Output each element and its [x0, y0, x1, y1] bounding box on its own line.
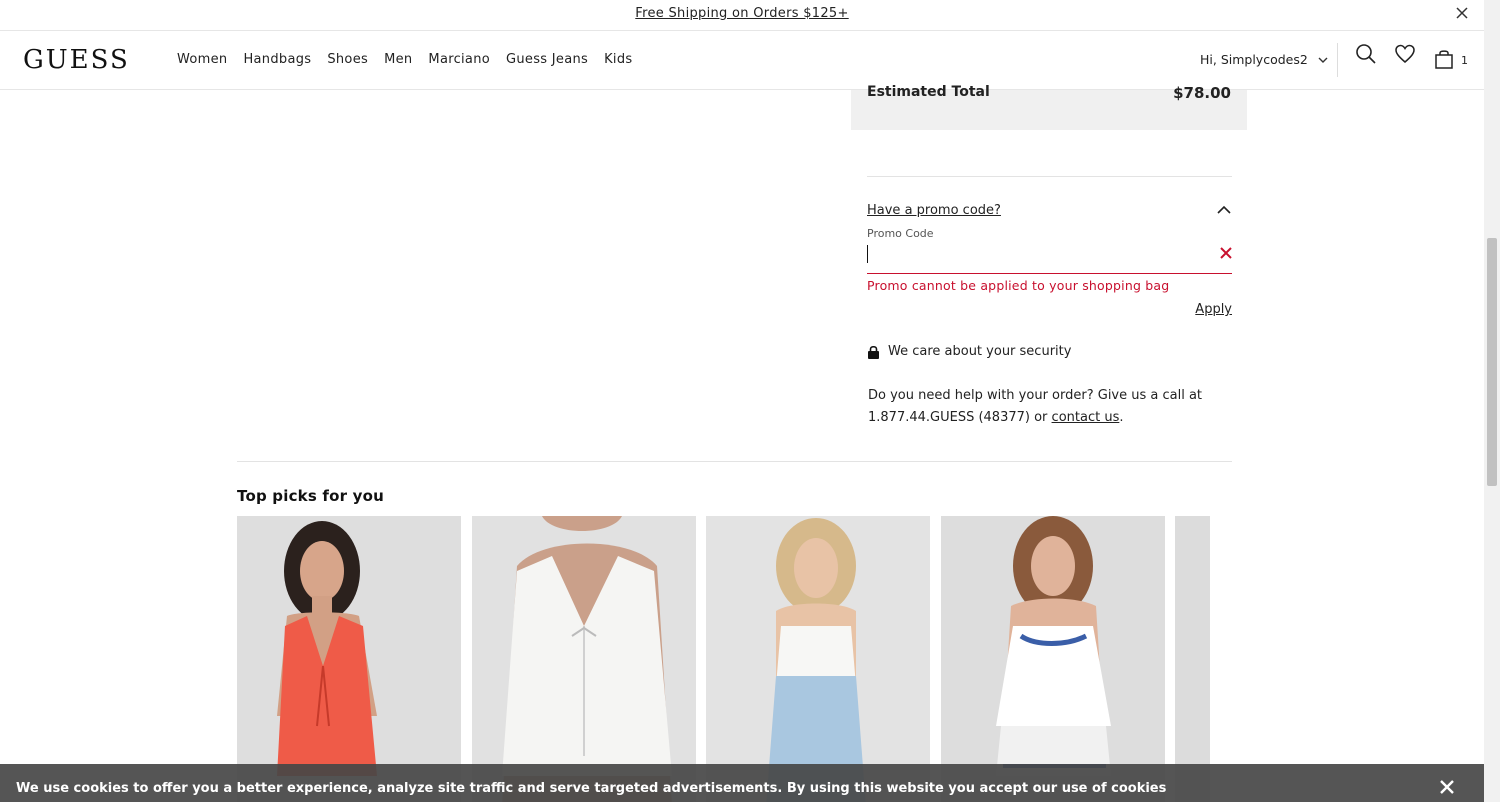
security-text: We care about your security [888, 344, 1072, 359]
clear-input-icon[interactable] [1218, 245, 1234, 261]
security-note: We care about your security [867, 344, 1071, 359]
nav-handbags[interactable]: Handbags [243, 52, 311, 67]
header-divider [1337, 43, 1338, 77]
account-greeting: Hi, Simplycodes2 [1200, 52, 1308, 67]
top-picks-title: Top picks for you [237, 487, 385, 505]
main-nav: Women Handbags Shoes Men Marciano Guess … [177, 52, 632, 67]
nav-shoes[interactable]: Shoes [327, 52, 368, 67]
account-menu[interactable]: Hi, Simplycodes2 [1200, 52, 1328, 67]
page-scrollbar[interactable] [1484, 0, 1500, 802]
promo-code-input[interactable] [867, 240, 1232, 274]
text-caret [867, 245, 868, 263]
chevron-up-icon[interactable] [1216, 203, 1232, 217]
announcement-bar: Free Shipping on Orders $125+ [0, 0, 1484, 31]
section-divider [237, 461, 1232, 462]
apply-promo-button[interactable]: Apply [1195, 302, 1232, 317]
nav-guess-jeans[interactable]: Guess Jeans [506, 52, 588, 67]
product-image [237, 516, 461, 802]
estimated-total-value: $78.00 [1173, 84, 1231, 102]
product-card[interactable] [941, 516, 1165, 802]
search-icon[interactable] [1355, 43, 1377, 65]
product-card-partial[interactable] [1175, 516, 1210, 802]
help-text: Do you need help with your order? Give u… [868, 385, 1238, 429]
guess-logo[interactable]: GUESS [23, 45, 130, 75]
free-shipping-link[interactable]: Free Shipping on Orders $125+ [0, 6, 1484, 21]
cookie-text: We use cookies to offer you a better exp… [16, 781, 1167, 796]
help-end: . [1119, 410, 1124, 425]
nav-marciano[interactable]: Marciano [428, 52, 490, 67]
product-card[interactable] [237, 516, 461, 802]
close-icon[interactable] [1439, 779, 1455, 795]
close-icon[interactable] [1454, 5, 1470, 21]
order-summary-total: Estimated Total $78.00 [851, 84, 1247, 130]
nav-men[interactable]: Men [384, 52, 412, 67]
help-body: Do you need help with your order? Give u… [868, 388, 1203, 425]
product-image [1175, 516, 1210, 802]
product-image [941, 516, 1165, 802]
cookie-banner: We use cookies to offer you a better exp… [0, 764, 1484, 802]
heart-icon[interactable] [1394, 43, 1416, 65]
nav-kids[interactable]: Kids [604, 52, 632, 67]
promo-code-label: Promo Code [867, 227, 934, 240]
nav-women[interactable]: Women [177, 52, 227, 67]
product-image [706, 516, 930, 802]
shopping-bag-icon[interactable] [1433, 48, 1455, 70]
product-card[interactable] [472, 516, 696, 802]
promo-code-toggle[interactable]: Have a promo code? [867, 203, 1001, 218]
promo-error-message: Promo cannot be applied to your shopping… [867, 278, 1170, 293]
chevron-down-icon [1318, 57, 1328, 63]
site-header: GUESS Women Handbags Shoes Men Marciano … [0, 31, 1484, 90]
contact-us-link[interactable]: contact us [1052, 410, 1120, 425]
promo-divider [867, 176, 1232, 177]
scrollbar-thumb[interactable] [1487, 238, 1497, 486]
product-card[interactable] [706, 516, 930, 802]
bag-count: 1 [1461, 54, 1468, 67]
lock-icon [868, 345, 879, 359]
estimated-total-label: Estimated Total [867, 84, 990, 100]
product-image [472, 516, 696, 802]
